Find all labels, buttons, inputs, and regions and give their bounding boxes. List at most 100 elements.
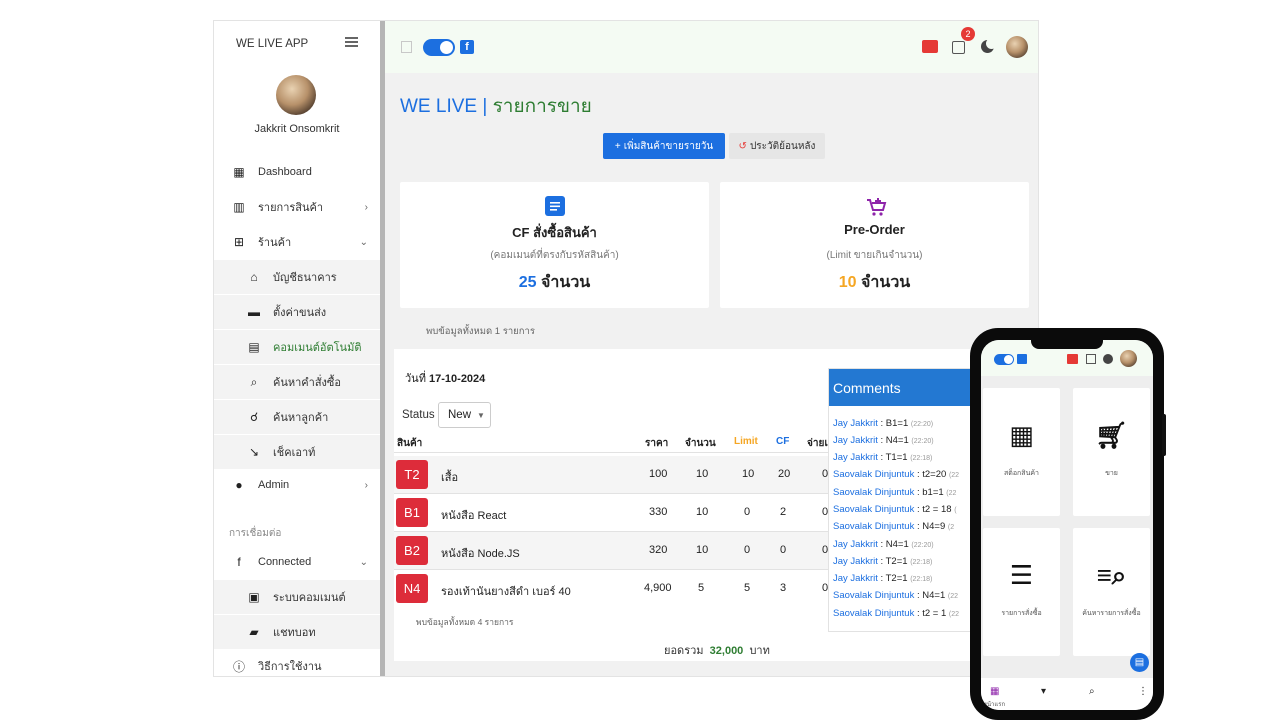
mobile-bottom-nav: ▦ หน้าแรก ▾ ⌕ ⋮ bbox=[981, 678, 1153, 710]
sidebar-scrollbar[interactable] bbox=[380, 21, 385, 676]
comment-text: : t2=20 bbox=[914, 469, 949, 480]
video-camera-icon[interactable] bbox=[1067, 354, 1078, 364]
sidebar-item-products[interactable]: ▥ รายการสินค้า › bbox=[214, 190, 380, 224]
comment-item[interactable]: Jay Jakkrit : T1=1 (22:18) bbox=[833, 452, 932, 463]
moon-icon[interactable] bbox=[1103, 354, 1113, 364]
dashboard-icon: ▦ bbox=[233, 165, 245, 179]
sidebar-item-comment-system[interactable]: ▣ ระบบคอมเมนต์ bbox=[214, 580, 380, 614]
tile-stock[interactable]: ▦ สต็อกสินค้า bbox=[983, 388, 1060, 516]
comment-item[interactable]: Saovalak Dinjuntuk : b1=1 (22 bbox=[833, 487, 956, 498]
section-label-connections: การเชื่อมต่อ bbox=[229, 528, 282, 539]
comments-panel: Comments Jay Jakkrit : B1=1 (22:20) Jay … bbox=[828, 368, 978, 632]
comment-author: Saovalak Dinjuntuk bbox=[833, 590, 915, 601]
comment-item[interactable]: Saovalak Dinjuntuk : t2=20 (22 bbox=[833, 469, 959, 480]
page-title: WE LIVE | รายการขาย bbox=[400, 91, 592, 121]
plus-icon: + bbox=[614, 140, 621, 152]
map-icon: ▥ bbox=[233, 200, 245, 214]
comment-item[interactable]: Jay Jakkrit : N4=1 (22:20) bbox=[833, 435, 934, 446]
comment-author: Saovalak Dinjuntuk bbox=[833, 469, 915, 480]
sidebar-item-label: วิธีการใช้งาน bbox=[258, 661, 322, 673]
sidebar-item-dashboard[interactable]: ▦ Dashboard bbox=[214, 155, 380, 189]
calculator-icon: ▦ bbox=[1009, 420, 1034, 450]
caret-down-icon: ▼ bbox=[477, 410, 485, 420]
menu-icon[interactable] bbox=[345, 37, 358, 47]
add-daily-product-button[interactable]: + เพิ่มสินค้าขายรายวัน bbox=[603, 133, 725, 159]
comment-item[interactable]: Jay Jakkrit : T2=1 (22:18) bbox=[833, 573, 932, 584]
card-desc: (คอมเมนต์ที่ตรงกับรหัสสินค้า) bbox=[490, 250, 619, 261]
history-button[interactable]: ↺ ประวัติย้อนหลัง bbox=[729, 133, 825, 159]
facebook-icon[interactable]: f bbox=[460, 40, 474, 54]
comment-item[interactable]: Saovalak Dinjuntuk : N4=1 (22 bbox=[833, 590, 958, 601]
status-select[interactable]: New ▼ bbox=[438, 402, 491, 428]
product-price: 4,900 bbox=[644, 582, 672, 594]
info-icon: ⓘ bbox=[232, 659, 245, 674]
comment-item[interactable]: Jay Jakkrit : T2=1 (22:18) bbox=[833, 556, 932, 567]
tile-order-search[interactable]: ≡⌕ ค้นหารายการสั่งซื้อ bbox=[1073, 528, 1150, 656]
cf-card[interactable]: CF สั่งซื้อสินค้า (คอมเมนต์ที่ตรงกับรหัส… bbox=[400, 182, 709, 308]
comment-item[interactable]: Saovalak Dinjuntuk : t2 = 1 (22 bbox=[833, 608, 959, 619]
topbar: f 2 bbox=[385, 21, 1038, 73]
bookmark-icon[interactable] bbox=[401, 41, 412, 53]
product-cf: 0 bbox=[780, 544, 787, 556]
sidebar-item-order-search[interactable]: ⌕ ค้นหาคำสั่งซื้อ bbox=[214, 365, 380, 399]
total-amount: ยอดรวม 32,000 บาท bbox=[664, 641, 770, 659]
comment-time: (22 bbox=[948, 611, 960, 618]
status-value: New bbox=[448, 409, 472, 421]
shopping-bag-icon[interactable] bbox=[952, 41, 965, 54]
cart-plus-icon bbox=[865, 196, 886, 216]
comment-text: : N4=1 bbox=[877, 435, 912, 446]
sidebar-item-how-to[interactable]: ⓘ วิธีการใช้งาน bbox=[214, 649, 380, 676]
sidebar-item-checkout[interactable]: ↘ เช็คเอาท์ bbox=[214, 435, 380, 469]
search-icon[interactable]: ⌕ bbox=[1089, 686, 1095, 697]
avatar[interactable] bbox=[1120, 350, 1137, 367]
product-qty: 10 bbox=[696, 506, 709, 518]
sidebar-item-customer-search[interactable]: ☌ ค้นหาลูกค้า bbox=[214, 400, 380, 434]
comment-author: Saovalak Dinjuntuk bbox=[833, 521, 915, 532]
chat-fab-button[interactable]: ▤ bbox=[1130, 653, 1149, 672]
facebook-icon[interactable] bbox=[1017, 354, 1027, 364]
product-code-badge: T2 bbox=[396, 460, 428, 489]
product-qty: 5 bbox=[698, 582, 705, 594]
home-icon[interactable]: ▦ bbox=[990, 686, 999, 697]
total-unit: บาท bbox=[749, 645, 770, 657]
page-title-brand: WE LIVE | bbox=[400, 96, 488, 117]
moon-icon[interactable] bbox=[981, 38, 997, 53]
sidebar-item-chatbot[interactable]: ▰ แชทบอท bbox=[214, 615, 380, 649]
product-limit: 10 bbox=[742, 468, 755, 480]
preorder-card[interactable]: Pre-Order (Limit ขายเกินจำนวน) 10 จำนวน bbox=[720, 182, 1029, 308]
comment-text: : T2=1 bbox=[877, 556, 911, 567]
comment-item[interactable]: Jay Jakkrit : B1=1 (22:20) bbox=[833, 418, 933, 429]
sidebar-item-admin[interactable]: ● Admin › bbox=[214, 468, 380, 502]
video-camera-icon[interactable] bbox=[922, 40, 938, 53]
live-toggle[interactable] bbox=[423, 39, 455, 56]
sidebar-item-label: ค้นหาคำสั่งซื้อ bbox=[273, 377, 341, 389]
avatar[interactable] bbox=[1006, 36, 1028, 58]
sidebar: WE LIVE APP Jakkrit Onsomkrit ▦ Dashboar… bbox=[214, 21, 380, 676]
tile-sell[interactable]: 🛒︎ ขาย bbox=[1073, 388, 1150, 516]
card-desc: (Limit ขายเกินจำนวน) bbox=[826, 250, 923, 261]
product-name: หนังสือ React bbox=[441, 510, 507, 522]
shopping-bag-icon[interactable] bbox=[1086, 354, 1096, 364]
avatar[interactable] bbox=[276, 75, 316, 115]
comment-item[interactable]: Saovalak Dinjuntuk : t2 = 18 ( bbox=[833, 504, 957, 515]
sidebar-item-store[interactable]: ⊞ ร้านค้า ⌄ bbox=[214, 225, 380, 259]
live-toggle[interactable] bbox=[994, 354, 1014, 365]
comment-author: Jay Jakkrit bbox=[833, 435, 878, 446]
cart-icon[interactable]: ▾ bbox=[1041, 686, 1046, 697]
comment-item[interactable]: Jay Jakkrit : N4=1 (22:20) bbox=[833, 539, 934, 550]
more-icon[interactable]: ⋮ bbox=[1138, 686, 1148, 697]
sidebar-item-auto-comment[interactable]: ▤ คอมเมนต์อัตโนมัติ bbox=[214, 330, 380, 364]
card-count: 10 จำนวน bbox=[720, 270, 1029, 295]
sidebar-item-label: Dashboard bbox=[258, 166, 312, 178]
tile-orders[interactable]: ☰ รายการสั่งซื้อ bbox=[983, 528, 1060, 656]
comment-time: (22:18) bbox=[910, 576, 933, 583]
chevron-right-icon: › bbox=[364, 479, 368, 491]
sidebar-item-shipping[interactable]: ▬ ตั้งค่าขนส่ง bbox=[214, 295, 380, 329]
feed-icon: ▣ bbox=[248, 590, 260, 604]
sidebar-item-connected[interactable]: f Connected ⌄ bbox=[214, 545, 380, 579]
sidebar-item-bank[interactable]: ⌂ บัญชีธนาคาร bbox=[214, 260, 380, 294]
date-label: วันที่ bbox=[405, 373, 426, 385]
comment-time: ( bbox=[954, 507, 957, 514]
comment-item[interactable]: Saovalak Dinjuntuk : N4=9 (2 bbox=[833, 521, 954, 532]
tile-label: สต็อกสินค้า bbox=[1004, 470, 1039, 477]
